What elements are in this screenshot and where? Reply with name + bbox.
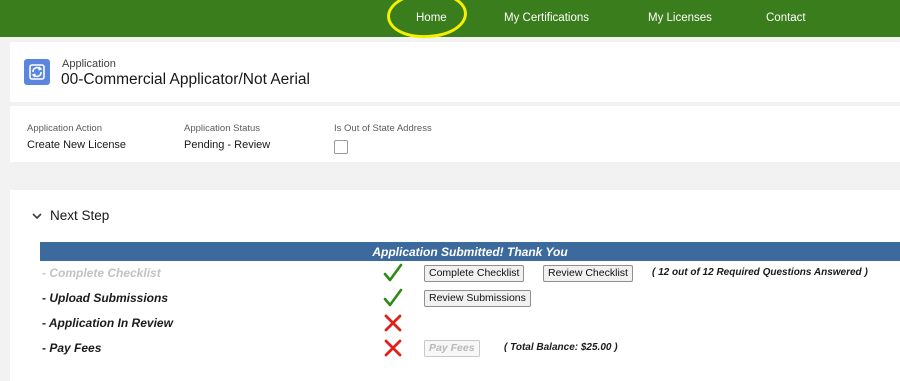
chevron-down-icon: [32, 212, 42, 219]
step-label: - Complete Checklist: [42, 266, 161, 280]
nav-my-certifications[interactable]: My Certifications: [504, 12, 589, 24]
top-navigation: Home My Certifications My Licenses Conta…: [0, 0, 900, 41]
review-submissions-button[interactable]: Review Submissions: [424, 290, 531, 307]
step-row-upload-submissions: - Upload Submissions Review Submissions: [40, 287, 900, 311]
cross-icon: [384, 314, 402, 332]
application-icon: [24, 59, 50, 85]
field-value-application-status: Pending - Review: [184, 139, 271, 151]
page-title: 00-Commercial Applicator/Not Aerial: [61, 71, 310, 88]
record-type: Application: [62, 58, 116, 70]
step-label: - Upload Submissions: [42, 291, 169, 305]
checklist-progress-note: ( 12 out of 12 Required Questions Answer…: [652, 267, 868, 278]
checkmark-icon: [383, 263, 403, 282]
step-row-pay-fees: - Pay Fees Pay Fees ( Total Balance: $25…: [40, 337, 900, 361]
pay-fees-button[interactable]: Pay Fees: [424, 340, 480, 357]
field-label-out-of-state: Is Out of State Address: [334, 123, 432, 134]
step-label: - Pay Fees: [42, 341, 102, 355]
home-highlight-circle: [385, 0, 469, 41]
step-row-complete-checklist: - Complete Checklist Complete Checklist …: [40, 262, 900, 286]
field-value-application-action: Create New License: [27, 139, 127, 151]
out-of-state-checkbox[interactable]: [334, 140, 348, 154]
review-checklist-button[interactable]: Review Checklist: [543, 265, 633, 282]
cross-icon: [384, 339, 402, 357]
record-details: Application Action Create New License Ap…: [10, 106, 900, 162]
field-label-application-action: Application Action: [27, 123, 102, 134]
nav-my-licenses[interactable]: My Licenses: [648, 12, 712, 24]
record-header: Application 00-Commercial Applicator/Not…: [10, 42, 900, 102]
next-step-section: Next Step Application Submitted! Thank Y…: [10, 190, 900, 381]
total-balance-note: ( Total Balance: $25.00 ): [504, 342, 618, 353]
next-step-toggle[interactable]: Next Step: [30, 208, 109, 223]
field-label-application-status: Application Status: [184, 123, 261, 134]
complete-checklist-button[interactable]: Complete Checklist: [424, 265, 525, 282]
submitted-banner: Application Submitted! Thank You: [40, 242, 900, 261]
nav-contact[interactable]: Contact: [766, 12, 806, 24]
checkmark-icon: [383, 288, 403, 307]
step-row-application-in-review: - Application In Review: [40, 312, 900, 336]
step-label: - Application In Review: [42, 316, 173, 330]
section-title: Next Step: [50, 208, 110, 223]
